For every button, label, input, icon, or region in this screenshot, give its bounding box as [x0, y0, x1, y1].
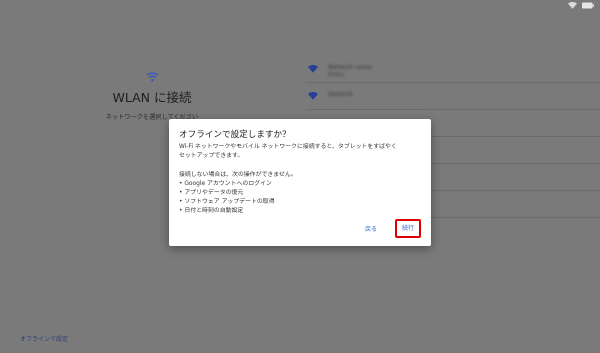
setup-offline-link[interactable]: オフラインで設定 [20, 334, 68, 343]
dialog-body-line: セットアップできます。 [179, 153, 244, 159]
network-item[interactable]: Network name Status [306, 56, 600, 83]
network-item[interactable]: Network [306, 83, 600, 110]
setup-panel: WLAN に接続 ネットワークを選択してください [82, 72, 222, 121]
network-status: Status [328, 72, 344, 78]
wifi-status-icon [568, 2, 577, 9]
list-item: 日付と時刻の自動設定 [179, 207, 423, 216]
dialog-note: 接続しない場合は、次の操作ができません。 [179, 172, 297, 178]
dialog-title: オフラインで設定しますか？ [179, 130, 291, 140]
status-bar [568, 2, 594, 9]
list-item: Google アカウントへのログイン [179, 180, 423, 189]
wifi-icon [146, 72, 158, 82]
wifi-lock-icon [308, 92, 318, 100]
dialog-bullet-list: Google アカウントへのログイン アプリやデータの復元 ソフトウェア アップ… [179, 180, 423, 216]
dialog-actions: 戻る 続行 [365, 219, 421, 238]
dialog-body: Wi-Fi ネットワークやモバイル ネットワークに接続すると、タブレットをすばや… [179, 143, 423, 216]
page-title: WLAN に接続 [112, 90, 192, 105]
list-item: ソフトウェア アップデートの取得 [179, 198, 423, 207]
back-button[interactable]: 戻る [365, 224, 377, 233]
battery-icon [582, 2, 594, 9]
network-name: Network [328, 91, 354, 98]
continue-button[interactable]: 続行 [394, 219, 421, 238]
network-name: Network name [328, 64, 372, 71]
dialog-body-line: Wi-Fi ネットワークやモバイル ネットワークに接続すると、タブレットをすばや… [179, 144, 397, 150]
wifi-signal-icon [308, 65, 318, 73]
list-item: アプリやデータの復元 [179, 189, 423, 198]
offline-setup-dialog: オフラインで設定しますか？ Wi-Fi ネットワークやモバイル ネットワークに接… [169, 119, 431, 246]
